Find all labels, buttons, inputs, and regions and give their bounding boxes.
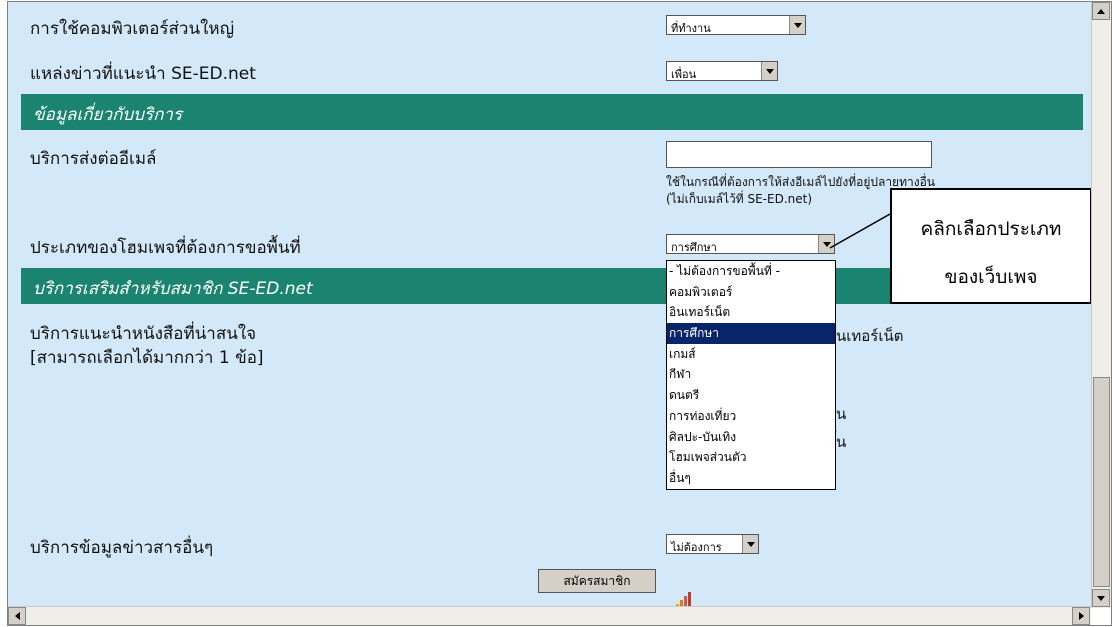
computer-use-selected-value: ที่ทำงาน [671,22,711,35]
other-news-label: บริการข้อมูลข่าวสารอื่นๆ [30,538,214,558]
callout-text-line1: คลิกเลือกประเภท [920,218,1062,240]
homepage-type-select[interactable]: การศึกษา [666,234,835,254]
browser-viewport: การใช้คอมพิวเตอร์ส่วนใหญ่ ที่ทำงาน แหล่ง… [7,1,1112,626]
computer-use-label: การใช้คอมพิวเตอร์ส่วนใหญ่ [30,19,235,39]
homepage-type-label: ประเภทของโฮมเพจที่ต้องการขอพื้นที่ [30,238,301,258]
dropdown-option-selected[interactable]: การศึกษา [667,323,835,344]
section-title: ข้อมูลเกี่ยวกับบริการ [33,105,183,125]
book-recommend-note: [สามารถเลือกได้มากกว่า 1 ข้อ] [30,348,264,368]
horizontal-scrollbar[interactable] [8,606,1091,625]
chevron-down-icon[interactable] [761,62,777,80]
news-source-label: แหล่งข่าวที่แนะนำ SE-ED.net [30,64,256,84]
dropdown-option[interactable]: - ไม่ต้องการขอพื้นที่ - [667,261,835,282]
annotation-callout: คลิกเลือกประเภท ของเว็บเพจ [890,188,1091,304]
chevron-down-icon[interactable] [742,535,758,553]
scroll-right-button[interactable] [1072,607,1090,625]
dropdown-option[interactable]: อินเทอร์เน็ต [667,302,835,323]
book-option-partial-text: ินเทอร์เน็ต [836,327,904,345]
homepage-type-selected-value: การศึกษา [671,241,717,254]
other-news-selected-value: ไม่ต้องการ [671,541,722,554]
computer-use-select[interactable]: ที่ทำงาน [666,15,806,35]
other-news-select[interactable]: ไม่ต้องการ [666,534,759,554]
dropdown-option[interactable]: กีฬา [667,364,835,385]
news-source-selected-value: เพื่อน [671,68,697,81]
book-recommend-label: บริการแนะนำหนังสือที่น่าสนใจ [30,324,257,344]
dropdown-option[interactable]: ดนตรี [667,385,835,406]
scroll-down-button[interactable] [1092,589,1110,607]
scrollbar-thumb[interactable] [1093,377,1110,587]
chevron-down-icon[interactable] [789,16,805,34]
forward-email-label: บริการส่งต่ออีเมล์ [30,149,157,169]
news-source-select[interactable]: เพื่อน [666,61,778,81]
register-button[interactable]: สมัครสมาชิก [538,569,656,593]
arrow-left-icon [14,612,20,620]
book-option-partial-text: น [836,405,847,423]
arrow-right-icon [1078,612,1084,620]
dropdown-option[interactable]: ศิลปะ-บันเทิง [667,427,835,448]
arrow-up-icon [1097,8,1105,14]
dropdown-option[interactable]: การท่องเที่ยว [667,406,835,427]
arrow-down-icon [1097,595,1105,601]
forward-email-input[interactable] [666,141,932,168]
section-header-services: ข้อมูลเกี่ยวกับบริการ [21,94,1083,130]
scroll-up-button[interactable] [1092,2,1110,20]
scroll-left-button[interactable] [8,607,26,625]
dropdown-option[interactable]: อื่นๆ [667,468,835,489]
forward-email-hint-note: (ไม่เก็บเมล์ไว้ที่ SE-ED.net) [666,192,813,206]
dropdown-option[interactable]: เกมส์ [667,344,835,365]
vertical-scrollbar[interactable] [1091,2,1111,608]
dropdown-option[interactable]: คอมพิวเตอร์ [667,282,835,303]
book-option-partial-text: ั้น [836,433,847,451]
registration-form: การใช้คอมพิวเตอร์ส่วนใหญ่ ที่ทำงาน แหล่ง… [8,2,1091,608]
homepage-type-dropdown-list[interactable]: - ไม่ต้องการขอพื้นที่ - คอมพิวเตอร์ อินเ… [666,260,836,490]
dropdown-option[interactable]: โฮมเพจส่วนตัว [667,447,835,468]
section-title: บริการเสริมสำหรับสมาชิก SE-ED.net [33,279,313,299]
callout-text-line2: ของเว็บเพจ [944,266,1038,288]
